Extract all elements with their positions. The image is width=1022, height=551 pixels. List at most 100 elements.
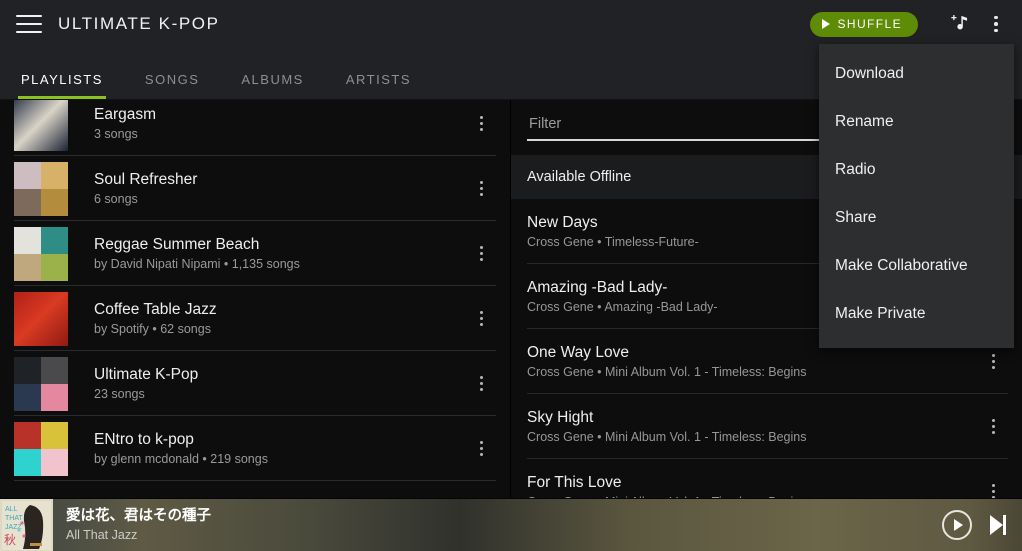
playlist-artwork — [14, 356, 68, 411]
now-playing-text: 愛は花、君はその種子 All That Jazz — [66, 507, 942, 543]
now-playing-bar: ALL THAT JAZZ 秋 愛は花、君はその種子 All That Jazz — [0, 498, 1022, 551]
context-menu-item[interactable]: Download — [819, 50, 1014, 98]
artwork-tile — [41, 448, 68, 476]
playlist-row[interactable]: ENtro to k-pop by glenn mcdonald • 219 so… — [0, 416, 510, 481]
playlist-text: Ultimate K-Pop 23 songs — [94, 365, 466, 403]
svg-text:THAT: THAT — [5, 515, 23, 522]
artwork-tile — [14, 421, 41, 449]
play-circle-icon[interactable] — [942, 510, 972, 540]
artwork-tile — [14, 226, 41, 254]
song-text: Sky Hight Cross Gene • Mini Album Vol. 1 … — [527, 408, 978, 446]
artwork-tile — [14, 356, 41, 384]
playlist-title: Reggae Summer Beach — [94, 235, 260, 253]
now-playing-title: 愛は花、君はその種子 — [66, 508, 211, 524]
context-menu-item[interactable]: Radio — [819, 146, 1014, 194]
artwork-tile — [41, 161, 68, 189]
playlist-title: Coffee Table Jazz — [94, 300, 217, 318]
song-row-kebab-icon[interactable] — [978, 407, 1008, 447]
playlist-subtitle: by Spotify • 62 songs — [94, 321, 211, 336]
artwork-tile — [14, 100, 68, 151]
tab-playlists[interactable]: PLAYLISTS — [0, 72, 124, 99]
tab-artists-label: ARTISTS — [345, 72, 412, 87]
artwork-tile — [41, 356, 68, 384]
playlist-row[interactable]: Eargasm 3 songs — [0, 100, 510, 156]
song-text: For This LoveCross Gene • Mini Album Vol… — [527, 473, 978, 499]
song-text: One Way Love Cross Gene • Mini Album Vol.… — [527, 343, 978, 381]
top-app-bar: ULTIMATE K-POP SHUFFLE — [0, 0, 1022, 48]
available-offline-label: Available Offline — [527, 169, 632, 185]
playlist-container: Eargasm 3 songs Soul Refresher 6 songs Regga… — [0, 100, 510, 481]
playlist-row[interactable]: Coffee Table Jazz by Spotify • 62 songs — [0, 286, 510, 351]
song-row[interactable]: Sky Hight Cross Gene • Mini Album Vol. 1 … — [511, 394, 1022, 459]
play-triangle-icon — [821, 19, 830, 29]
artwork-tile — [14, 291, 68, 346]
playlist-text: Coffee Table Jazz by Spotify • 62 songs — [94, 300, 466, 338]
player-controls — [942, 510, 1022, 540]
playlist-subtitle: 3 songs — [94, 126, 138, 141]
playlist-subtitle: 6 songs — [94, 191, 138, 206]
shuffle-button-label: SHUFFLE — [837, 17, 902, 31]
context-menu-item[interactable]: Make Private — [819, 290, 1014, 338]
playlist-text: Reggae Summer Beach by David Nipati Nipam… — [94, 235, 466, 273]
hamburger-icon[interactable] — [16, 15, 42, 33]
artwork-tile — [14, 188, 41, 216]
playlist-artwork — [14, 100, 68, 151]
artwork-tile — [14, 253, 41, 281]
playlist-subtitle: by David Nipati Nipami • 1,135 songs — [94, 256, 300, 271]
song-row[interactable]: For This LoveCross Gene • Mini Album Vol… — [511, 459, 1022, 498]
skip-next-icon[interactable] — [990, 515, 1006, 535]
playlist-row[interactable]: Soul Refresher 6 songs — [0, 156, 510, 221]
artwork-tile — [41, 383, 68, 411]
playlist-artwork — [14, 226, 68, 281]
song-row-kebab-icon[interactable] — [978, 472, 1008, 498]
context-menu-item[interactable]: Make Collaborative — [819, 242, 1014, 290]
playlist-subtitle: 23 songs — [94, 386, 145, 401]
playlist-title: ENtro to k-pop — [94, 430, 194, 448]
playlist-row-kebab-icon[interactable] — [466, 299, 496, 339]
song-subtitle: Cross Gene • Mini Album Vol. 1 - Timeles… — [527, 429, 807, 444]
playlist-artwork — [14, 291, 68, 346]
playlist-text: Soul Refresher 6 songs — [94, 170, 466, 208]
playlist-row[interactable]: Ultimate K-Pop 23 songs — [0, 351, 510, 416]
context-menu-item[interactable]: Rename — [819, 98, 1014, 146]
artwork-tile — [14, 161, 41, 189]
tab-albums[interactable]: ALBUMS — [220, 72, 324, 99]
context-menu-item-label: Make Private — [835, 305, 926, 322]
artwork-tile — [41, 226, 68, 254]
playlist-row-kebab-icon[interactable] — [466, 364, 496, 404]
context-menu-popup[interactable]: Download Rename Radio Share Make Collaborati… — [819, 44, 1014, 348]
artwork-tile — [14, 448, 41, 476]
playlist-title: Ultimate K-Pop — [94, 365, 199, 383]
context-menu-item-label: Radio — [835, 161, 876, 178]
now-playing-artist: All That Jazz — [66, 528, 138, 542]
playlist-text: ENtro to k-pop by glenn mcdonald • 219 so… — [94, 430, 466, 468]
add-music-note-icon[interactable] — [942, 4, 978, 44]
playlist-artwork — [14, 421, 68, 476]
music-app-window: ULTIMATE K-POP SHUFFLE PLAYLISTS SONGS A… — [0, 0, 1022, 551]
playlist-row-kebab-icon[interactable] — [466, 169, 496, 209]
tab-songs-label: SONGS — [144, 72, 200, 87]
shuffle-button[interactable]: SHUFFLE — [809, 11, 918, 37]
playlist-artwork — [14, 161, 68, 216]
artwork-tile — [14, 383, 41, 411]
song-title: For This Love — [527, 473, 622, 491]
playlist-title: Eargasm — [94, 105, 157, 123]
tab-playlists-label: PLAYLISTS — [21, 72, 103, 87]
playlist-row-kebab-icon[interactable] — [466, 429, 496, 469]
kebab-menu-icon[interactable] — [978, 4, 1014, 44]
playlist-list-pane[interactable]: Eargasm 3 songs Soul Refresher 6 songs Regga… — [0, 100, 511, 498]
tab-songs[interactable]: SONGS — [124, 72, 220, 99]
tab-artists[interactable]: ARTISTS — [325, 72, 432, 99]
context-menu-item[interactable]: Share — [819, 194, 1014, 242]
top-bar-actions: SHUFFLE — [809, 4, 1022, 44]
svg-text:秋: 秋 — [4, 533, 16, 547]
playlist-row-kebab-icon[interactable] — [466, 234, 496, 274]
tab-albums-label: ALBUMS — [241, 72, 304, 87]
song-subtitle: Cross Gene • Mini Album Vol. 1 - Timeles… — [527, 364, 807, 379]
context-menu-item-label: Make Collaborative — [835, 257, 968, 274]
playlist-row[interactable]: Reggae Summer Beach by David Nipati Nipam… — [0, 221, 510, 286]
artwork-tile — [41, 188, 68, 216]
playlist-row-kebab-icon[interactable] — [466, 104, 496, 144]
artwork-tile — [41, 253, 68, 281]
context-menu-item-label: Share — [835, 209, 877, 226]
